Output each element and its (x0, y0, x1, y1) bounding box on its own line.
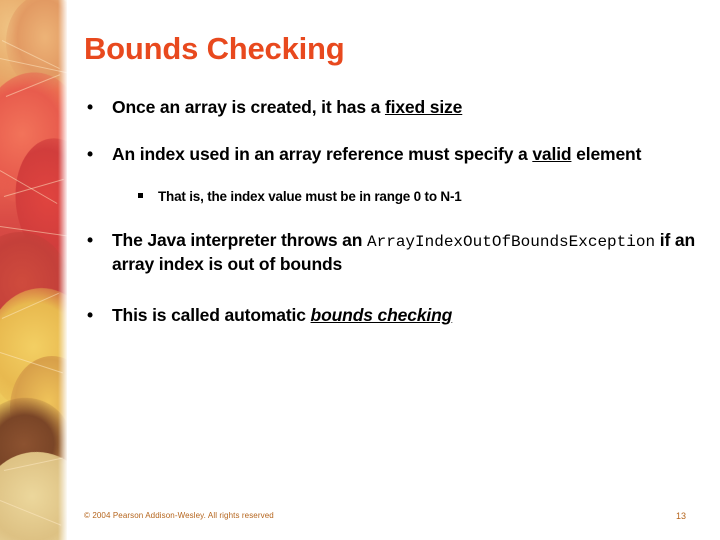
bullet-text: An index used in an array reference must… (112, 144, 641, 164)
square-bullet-marker-icon (138, 192, 143, 198)
sub-bullet-item-range: That is, the index value must be in rang… (136, 188, 696, 206)
bullet-marker-icon: • (87, 304, 93, 325)
bullet-text: The Java interpreter throws an ArrayInde… (112, 230, 695, 274)
bullet-text-segment: This is called automatic (112, 304, 311, 325)
bullet-item-fixed-size: • Once an array is created, it has a fix… (84, 96, 696, 119)
footer-copyright: © 2004 Pearson Addison-Wesley. All right… (84, 511, 274, 520)
bullet-marker-icon: • (87, 230, 93, 251)
slide-body: • Once an array is created, it has a fix… (84, 96, 696, 326)
slide-title: Bounds Checking (84, 31, 345, 66)
code-identifier: ArrayIndexOutOfBoundsException (367, 233, 656, 252)
slide-page-number: 13 (676, 511, 687, 521)
bullet-item-automatic-bounds-checking: • This is called automatic bounds checki… (84, 304, 696, 327)
bullet-item-exception: • The Java interpreter throws an ArrayIn… (84, 229, 696, 276)
autumn-leaves-photo-strip (0, 0, 67, 540)
strip-edge-fade (58, 0, 67, 540)
bullet-text-emphasized: bounds checking (310, 304, 453, 325)
bullet-text-segment: element (571, 143, 642, 164)
sub-bullet-text: That is, the index value must be in rang… (158, 188, 462, 204)
bullet-text-segment: An index used in an array reference must… (112, 143, 533, 164)
bullet-text-segment: The Java interpreter throws an (112, 230, 368, 251)
bullet-text: This is called automatic bounds checking (112, 305, 452, 325)
bullet-text-underlined: valid (532, 143, 572, 164)
bullet-text-underlined: fixed size (384, 97, 463, 117)
bullet-text: Once an array is created, it has a fixed… (112, 97, 462, 117)
bullet-text-segment: Once an array is created, it has a (112, 97, 385, 117)
slide-canvas: Bounds Checking • Once an array is creat… (0, 0, 720, 540)
bullet-marker-icon: • (87, 143, 93, 164)
bullet-item-valid-element: • An index used in an array reference mu… (84, 143, 696, 166)
bullet-marker-icon: • (87, 97, 93, 117)
